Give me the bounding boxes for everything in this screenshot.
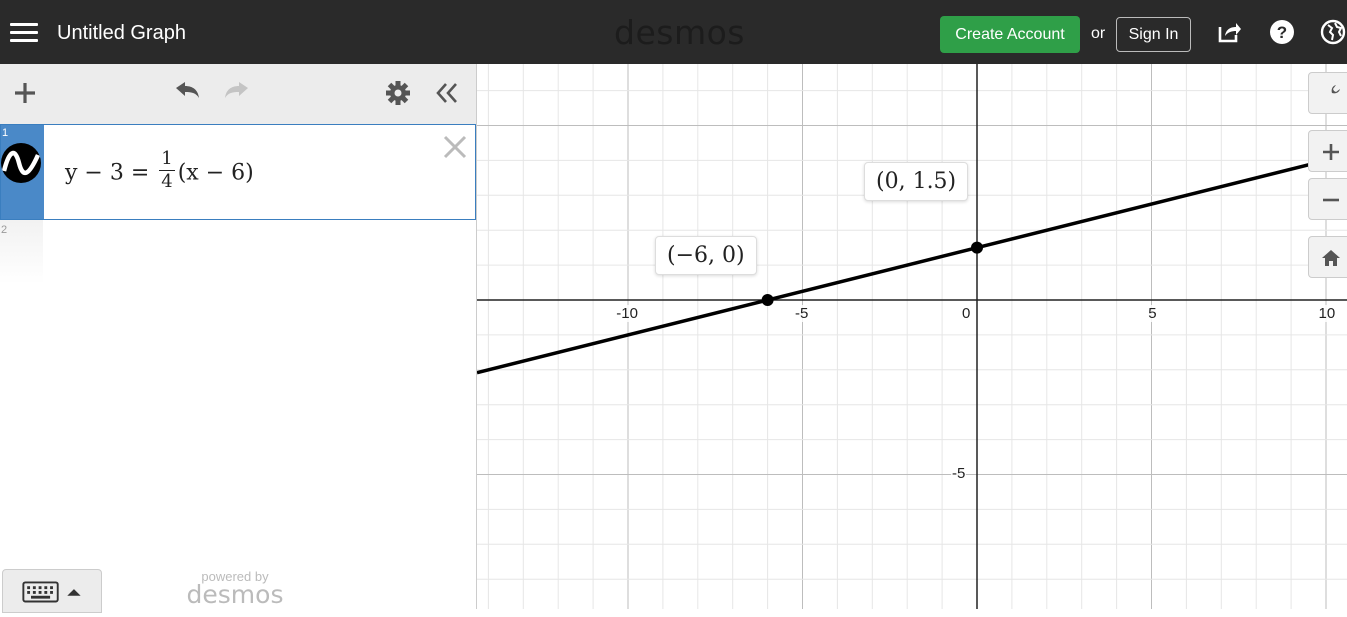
keyboard-toggle-button[interactable]: [2, 569, 102, 613]
graph-svg[interactable]: [477, 64, 1347, 609]
redo-icon[interactable]: [222, 78, 252, 108]
point-label-y-intercept[interactable]: (0, 1.5): [864, 162, 969, 201]
point-label-x-intercept[interactable]: (−6, 0): [655, 236, 757, 275]
or-text: or: [1091, 25, 1106, 42]
point-1: [761, 294, 774, 306]
svg-text:?: ?: [1277, 23, 1287, 42]
point-2: [971, 241, 983, 254]
zoom-in-icon[interactable]: [1308, 130, 1347, 172]
share-icon[interactable]: [1216, 19, 1242, 45]
equation-rhs: (x − 6): [177, 160, 254, 186]
menu-icon[interactable]: [10, 20, 38, 44]
x-tick-label: 5: [1147, 305, 1158, 322]
expression-row-1[interactable]: 1 y − 3 = 1 4 (x − 6): [0, 124, 476, 220]
graph-canvas[interactable]: -10 -5 0 5 10 -5 (−6, 0) (0, 1.5): [476, 64, 1347, 609]
expression-index: 1: [2, 127, 9, 139]
fraction-numerator: 1: [159, 148, 175, 171]
globe-icon[interactable]: [1320, 19, 1346, 45]
settings-gear-icon[interactable]: [383, 78, 413, 108]
add-expression-icon[interactable]: [10, 78, 40, 108]
desmos-logo: desmos: [614, 13, 745, 52]
zoom-out-icon[interactable]: [1308, 178, 1347, 220]
fraction-denominator: 4: [161, 171, 173, 192]
home-zoom-icon[interactable]: [1308, 236, 1347, 278]
undo-icon[interactable]: [172, 78, 202, 108]
delete-expression-icon[interactable]: [441, 133, 469, 161]
expression-gutter: 1: [1, 125, 44, 219]
expression-index: 2: [1, 224, 8, 236]
equation-lhs: y − 3 =: [65, 160, 157, 186]
x-tick-label: -10: [615, 305, 639, 322]
help-icon[interactable]: ?: [1269, 19, 1295, 45]
collapse-panel-icon[interactable]: [432, 78, 462, 108]
expression-gutter: 2: [0, 220, 43, 284]
powered-by-logo: desmos: [186, 580, 284, 609]
create-account-button[interactable]: Create Account: [940, 16, 1080, 53]
expression-toolbar: [0, 64, 476, 124]
top-bar: Untitled Graph desmos Create Account or …: [0, 0, 1347, 64]
y-tick-label: -5: [951, 464, 967, 482]
graph-title[interactable]: Untitled Graph: [57, 22, 186, 45]
graph-settings-wrench-icon[interactable]: [1308, 72, 1347, 114]
fraction: 14: [159, 148, 175, 193]
x-tick-label: 10: [1317, 305, 1337, 322]
x-tick-label: 0: [961, 305, 972, 322]
sign-in-button[interactable]: Sign In: [1116, 17, 1191, 52]
keyboard-icon: [22, 581, 81, 603]
powered-by-desmos: powered by desmos: [180, 569, 290, 609]
expression-row-2[interactable]: 2: [0, 220, 476, 284]
x-tick-label: -5: [794, 305, 810, 322]
expression-input[interactable]: y − 3 = 1 4 (x − 6): [65, 148, 254, 196]
expression-panel: 1 y − 3 = 1 4 (x − 6) 2 powered by desmos: [0, 64, 476, 613]
wave-icon[interactable]: [1, 143, 41, 183]
